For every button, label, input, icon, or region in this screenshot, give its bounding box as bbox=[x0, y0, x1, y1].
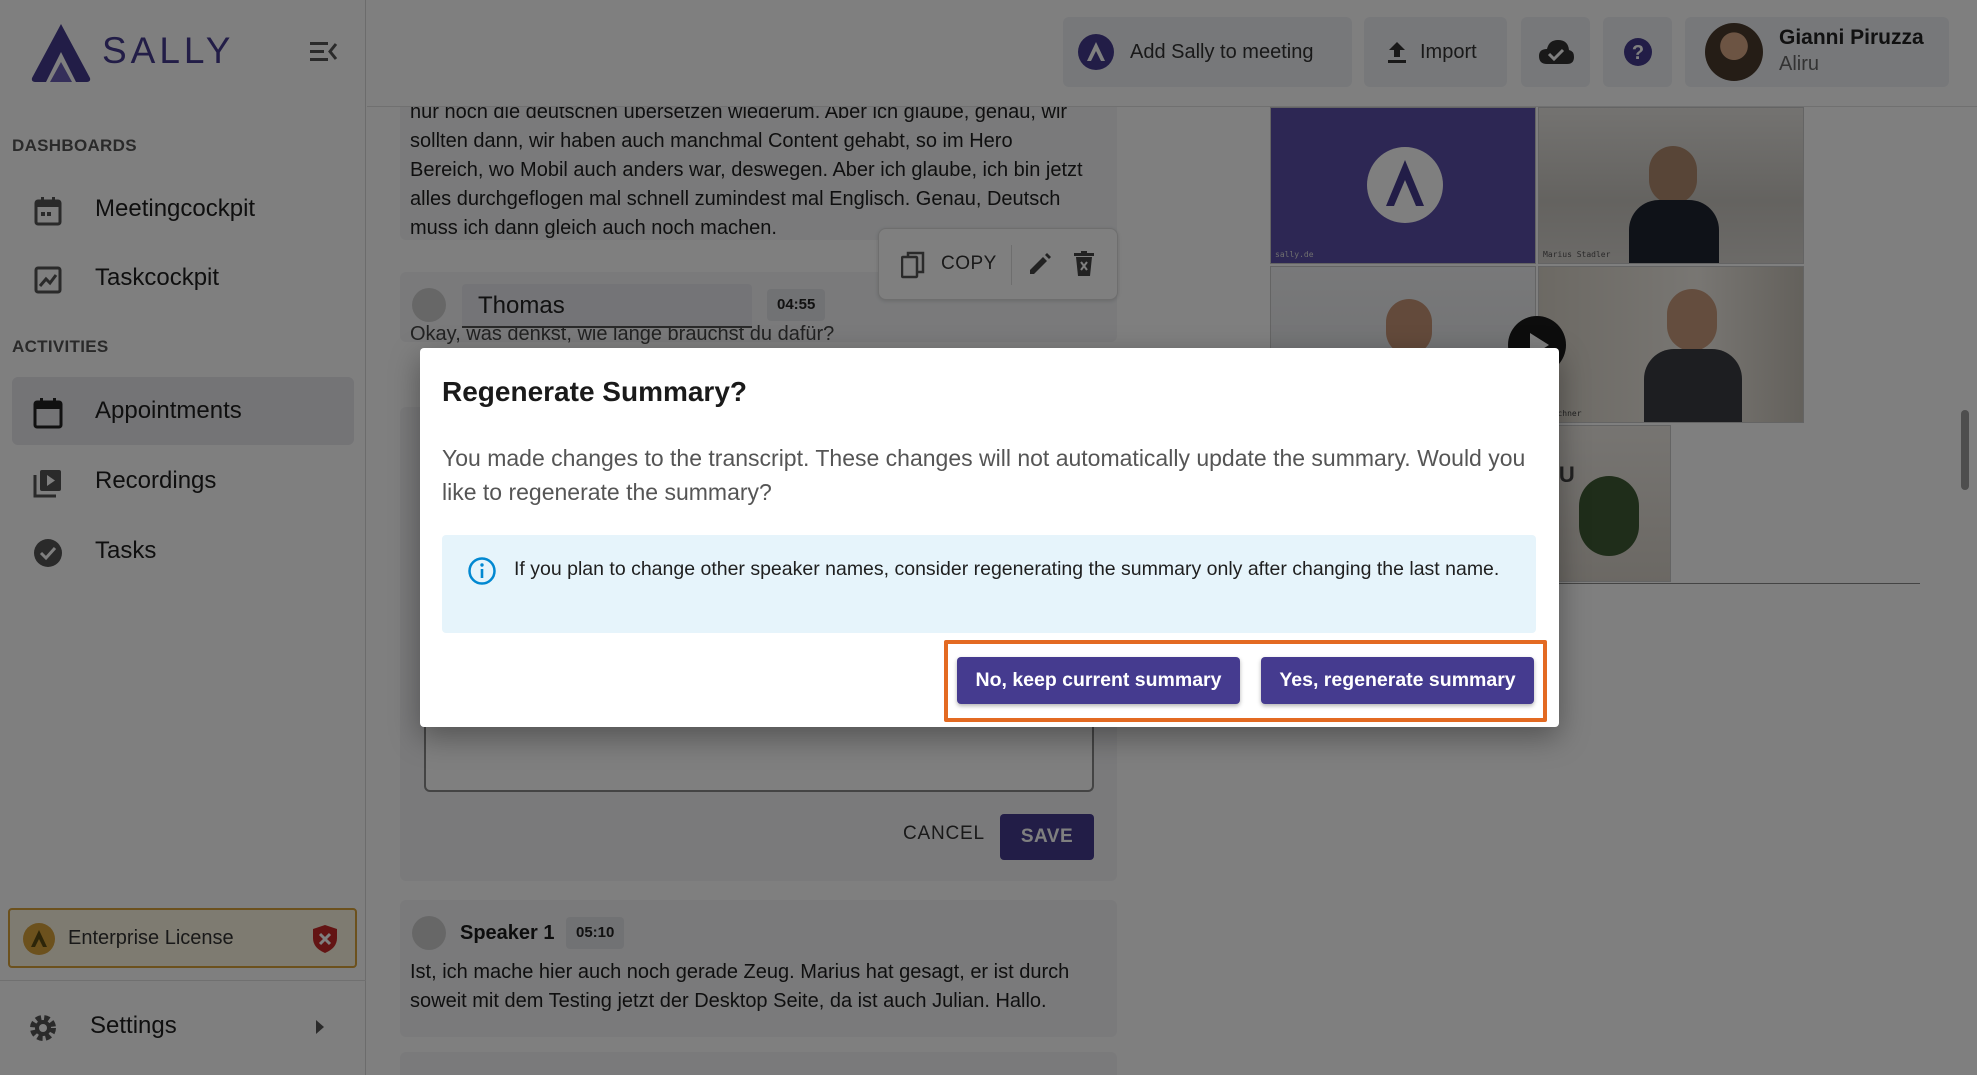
dialog-title: Regenerate Summary? bbox=[442, 376, 748, 407]
info-alert: If you plan to change other speaker name… bbox=[442, 535, 1536, 633]
regenerate-summary-dialog: Regenerate Summary? You made changes to … bbox=[420, 348, 1559, 727]
info-icon bbox=[468, 557, 496, 585]
keep-summary-button[interactable]: No, keep current summary bbox=[957, 657, 1240, 704]
info-text: If you plan to change other speaker name… bbox=[514, 558, 1500, 580]
dialog-message: You made changes to the transcript. Thes… bbox=[442, 445, 1526, 505]
regenerate-summary-button[interactable]: Yes, regenerate summary bbox=[1261, 657, 1534, 704]
